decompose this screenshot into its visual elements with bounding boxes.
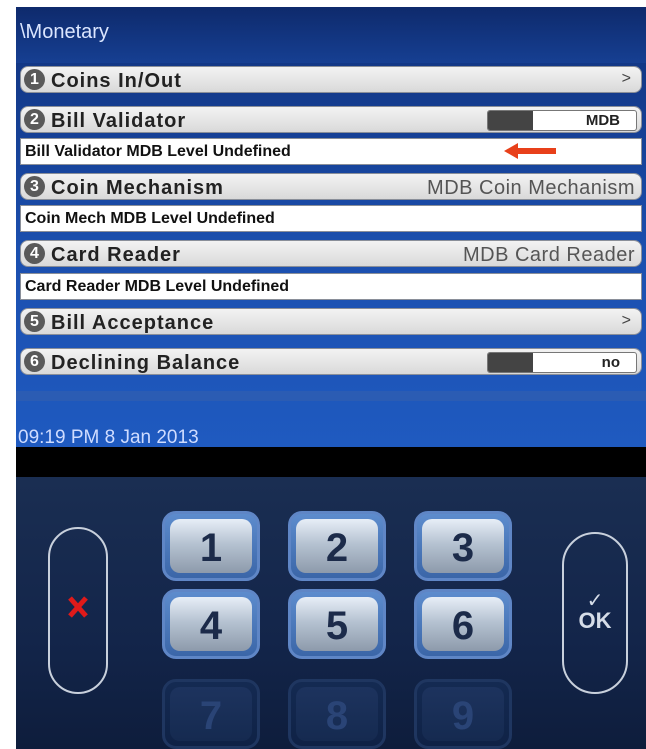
menu-item-bill-validator[interactable]: 2 Bill Validator MDB xyxy=(20,106,642,133)
toggle-knob xyxy=(488,353,533,372)
info-coin-mech: Coin Mech MDB Level Undefined xyxy=(20,205,642,232)
menu-item-coin-mechanism[interactable]: 3 Coin Mechanism MDB Coin Mechanism xyxy=(20,173,642,200)
number-badge: 3 xyxy=(24,176,45,197)
key-6[interactable]: 6 xyxy=(414,589,512,659)
menu-item-label: Card Reader xyxy=(51,244,181,266)
info-card-reader: Card Reader MDB Level Undefined xyxy=(20,273,642,300)
key-5[interactable]: 5 xyxy=(288,589,386,659)
key-7[interactable]: 7 xyxy=(162,679,260,749)
bill-validator-toggle[interactable]: MDB xyxy=(487,110,637,131)
menu-item-label: Coins In/Out xyxy=(51,70,182,92)
scroll-indicator[interactable] xyxy=(16,391,646,401)
declining-balance-toggle[interactable]: no xyxy=(487,352,637,373)
key-2[interactable]: 2 xyxy=(288,511,386,581)
key-label: 2 xyxy=(296,519,378,573)
number-badge: 6 xyxy=(24,351,45,372)
menu-item-value: MDB Card Reader xyxy=(462,244,635,266)
menu-item-card-reader[interactable]: 4 Card Reader MDB Card Reader xyxy=(20,240,642,267)
chevron-right-icon: > xyxy=(621,70,631,87)
keypad: 1 2 3 4 5 6 7 8 9 ✓ OK xyxy=(16,477,646,749)
key-8[interactable]: 8 xyxy=(288,679,386,749)
vending-device: \Monetary 1 Coins In/Out > 2 Bill Valida… xyxy=(16,7,646,749)
toggle-value: no xyxy=(601,354,620,371)
menu-item-label: Declining Balance xyxy=(51,352,241,374)
key-label: 4 xyxy=(170,597,252,651)
info-text: Coin Mech MDB Level Undefined xyxy=(25,210,275,227)
key-label: 6 xyxy=(422,597,504,651)
ok-button[interactable]: ✓ OK xyxy=(562,532,628,694)
toggle-knob xyxy=(488,111,533,130)
key-1[interactable]: 1 xyxy=(162,511,260,581)
menu-item-label: Coin Mechanism xyxy=(51,177,224,199)
key-9[interactable]: 9 xyxy=(414,679,512,749)
info-text: Card Reader MDB Level Undefined xyxy=(25,278,290,295)
page-title: \Monetary xyxy=(20,21,109,43)
key-label: 3 xyxy=(422,519,504,573)
timestamp: 09:19 PM 8 Jan 2013 xyxy=(18,427,199,448)
number-badge: 5 xyxy=(24,311,45,332)
info-text: Bill Validator MDB Level Undefined xyxy=(25,143,291,160)
key-label: 1 xyxy=(170,519,252,573)
menu-item-label: Bill Validator xyxy=(51,110,187,132)
menu-item-bill-acceptance[interactable]: 5 Bill Acceptance > xyxy=(20,308,642,335)
key-label: 7 xyxy=(170,687,252,741)
arrow-left-icon xyxy=(504,143,556,159)
menu-item-label: Bill Acceptance xyxy=(51,312,215,334)
key-label: 8 xyxy=(296,687,378,741)
chevron-right-icon: > xyxy=(621,312,631,329)
toggle-value: MDB xyxy=(585,112,620,129)
menu-item-declining-balance[interactable]: 6 Declining Balance no xyxy=(20,348,642,375)
key-3[interactable]: 3 xyxy=(414,511,512,581)
ok-label: OK xyxy=(578,608,612,633)
number-badge: 4 xyxy=(24,243,45,264)
number-badge: 1 xyxy=(24,69,45,90)
cancel-button[interactable] xyxy=(48,527,108,694)
key-label: 9 xyxy=(422,687,504,741)
menu-item-value: MDB Coin Mechanism xyxy=(427,177,635,199)
header: \Monetary xyxy=(16,7,646,63)
key-4[interactable]: 4 xyxy=(162,589,260,659)
close-icon xyxy=(68,596,88,618)
number-badge: 2 xyxy=(24,109,45,130)
key-label: 5 xyxy=(296,597,378,651)
menu-item-coins-in-out[interactable]: 1 Coins In/Out > xyxy=(20,66,642,93)
screen: \Monetary 1 Coins In/Out > 2 Bill Valida… xyxy=(16,7,646,448)
